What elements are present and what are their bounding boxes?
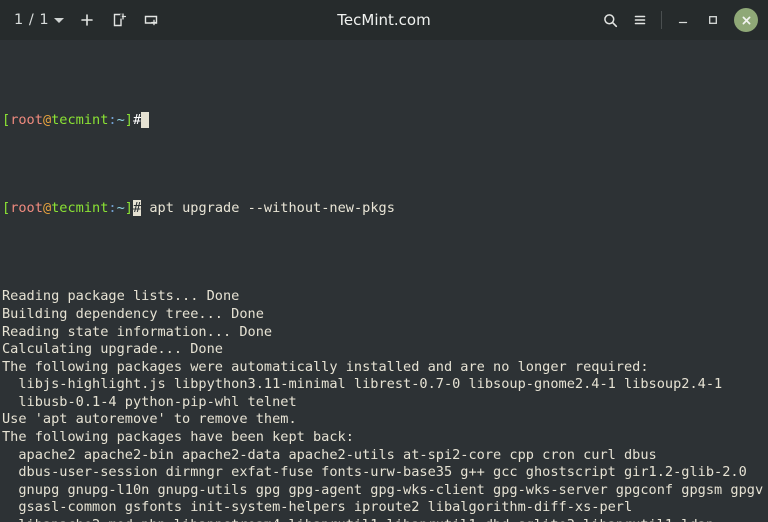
prompt-open-bracket: [	[2, 112, 11, 129]
maximize-button[interactable]	[698, 5, 728, 35]
plus-icon	[81, 14, 93, 26]
prompt-at: @	[42, 200, 52, 217]
close-icon	[742, 16, 750, 24]
output-line: gsasl-common gsfonts init-system-helpers…	[2, 499, 633, 516]
output-line: Reading package lists... Done	[2, 288, 240, 305]
output-line: gnupg gnupg-l10n gnupg-utils gpg gpg-age…	[2, 481, 764, 498]
output-line: apache2 apache2-bin apache2-data apache2…	[2, 446, 657, 463]
prompt-user: root	[10, 200, 43, 217]
output-line: Building dependency tree... Done	[2, 305, 264, 322]
new-window-button[interactable]	[104, 5, 134, 35]
prompt-host: tecmint	[51, 112, 109, 129]
new-window-icon	[113, 13, 127, 27]
output-line: Use 'apt autoremove' to remove them.	[2, 411, 297, 428]
terminal-window: 1 / 1 TecMint.com [root@tecmint:~]# [roo…	[0, 0, 768, 522]
titlebar-right-controls	[595, 5, 768, 35]
minimize-button[interactable]	[668, 5, 698, 35]
prompt-open-bracket: [	[2, 200, 11, 217]
prompt-hash: #	[132, 112, 142, 129]
prompt-colon: :	[108, 112, 117, 129]
terminal-output-area[interactable]: [root@tecmint:~]# [root@tecmint:~]# apt …	[0, 40, 768, 522]
shell-prompt-line: [root@tecmint:~]#	[2, 112, 768, 130]
text-cursor	[141, 112, 150, 129]
close-button[interactable]	[734, 8, 758, 32]
hamburger-menu-icon	[634, 15, 646, 25]
output-line: libapache2-mod-php libappstream4 libapru…	[2, 517, 768, 522]
output-line: libjs-highlight.js libpython3.11-minimal…	[2, 376, 723, 393]
command-text: apt upgrade --without-new-pkgs	[141, 200, 395, 217]
prompt-user: root	[10, 112, 43, 129]
output-line: dbus-user-session dirmngr exfat-fuse fon…	[2, 464, 747, 481]
search-icon	[603, 13, 617, 27]
split-pane-icon	[144, 15, 158, 26]
prompt-path: ~	[116, 112, 125, 129]
split-pane-button[interactable]	[136, 5, 166, 35]
menu-button[interactable]	[625, 5, 655, 35]
tab-counter-dropdown[interactable]: 1 / 1	[10, 5, 70, 35]
shell-command-line: [root@tecmint:~]# apt upgrade --without-…	[2, 200, 768, 218]
minimize-icon	[678, 21, 688, 24]
output-line: libusb-0.1-4 python-pip-whl telnet	[2, 393, 297, 410]
prompt-host: tecmint	[51, 200, 109, 217]
prompt-colon: :	[108, 200, 117, 217]
chevron-down-icon	[54, 17, 65, 23]
titlebar-divider	[661, 11, 662, 29]
output-line: The following packages were automaticall…	[2, 358, 649, 375]
titlebar: 1 / 1 TecMint.com	[0, 0, 768, 40]
titlebar-left-controls: 1 / 1	[0, 5, 166, 35]
new-tab-button[interactable]	[72, 5, 102, 35]
tab-counter-label: 1 / 1	[14, 12, 50, 28]
prompt-close-bracket: ]	[124, 200, 133, 217]
prompt-close-bracket: ]	[124, 112, 133, 129]
search-button[interactable]	[595, 5, 625, 35]
output-line: Calculating upgrade... Done	[2, 341, 223, 358]
output-line: The following packages have been kept ba…	[2, 429, 354, 446]
output-line: Reading state information... Done	[2, 323, 273, 340]
prompt-hash-highlighted: #	[132, 200, 142, 217]
prompt-path: ~	[116, 200, 125, 217]
prompt-at: @	[42, 112, 52, 129]
maximize-icon	[709, 16, 717, 24]
command-output: Reading package lists... Done Building de…	[2, 288, 768, 522]
